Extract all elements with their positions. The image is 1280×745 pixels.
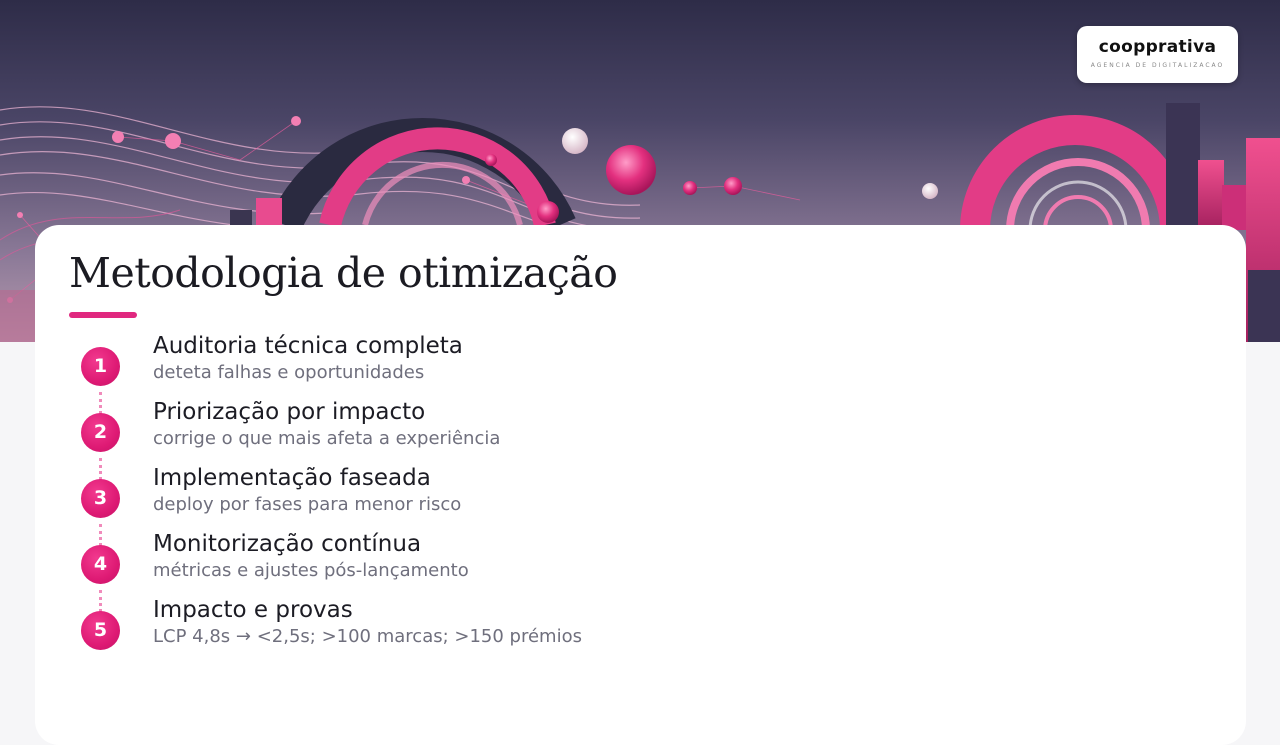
step-item-3: 3 Implementação faseada deploy por fases…	[81, 465, 781, 539]
step-item-1: 1 Auditoria técnica completa deteta falh…	[81, 333, 781, 407]
step-title: Impacto e provas	[153, 597, 353, 623]
step-number-badge: 4	[81, 545, 120, 584]
step-item-5: 5 Impacto e provas LCP 4,8s → <2,5s; >10…	[81, 597, 781, 671]
step-number-badge: 3	[81, 479, 120, 518]
step-title: Auditoria técnica completa	[153, 333, 463, 359]
logo-tagline: AGENCIA DE DIGITALIZACAO	[1090, 62, 1225, 69]
step-subtitle: deploy por fases para menor risco	[153, 494, 462, 515]
slide-title: Metodologia de otimização	[69, 249, 618, 297]
step-subtitle: métricas e ajustes pós-lançamento	[153, 560, 469, 581]
step-title: Monitorização contínua	[153, 531, 422, 557]
step-title: Priorização por impacto	[153, 399, 426, 425]
title-underline	[69, 312, 137, 318]
step-subtitle: LCP 4,8s → <2,5s; >100 marcas; >150 prém…	[153, 626, 582, 647]
step-title: Implementação faseada	[153, 465, 431, 491]
step-number-badge: 1	[81, 347, 120, 386]
step-item-2: 2 Priorização por impacto corrige o que …	[81, 399, 781, 473]
step-number-badge: 2	[81, 413, 120, 452]
step-item-4: 4 Monitorização contínua métricas e ajus…	[81, 531, 781, 605]
step-subtitle: corrige o que mais afeta a experiência	[153, 428, 501, 449]
logo-wordmark: coopprativa	[1098, 37, 1217, 57]
step-number-badge: 5	[81, 611, 120, 650]
step-subtitle: deteta falhas e oportunidades	[153, 362, 425, 383]
brand-logo[interactable]: coopprativa AGENCIA DE DIGITALIZACAO	[1077, 26, 1238, 83]
